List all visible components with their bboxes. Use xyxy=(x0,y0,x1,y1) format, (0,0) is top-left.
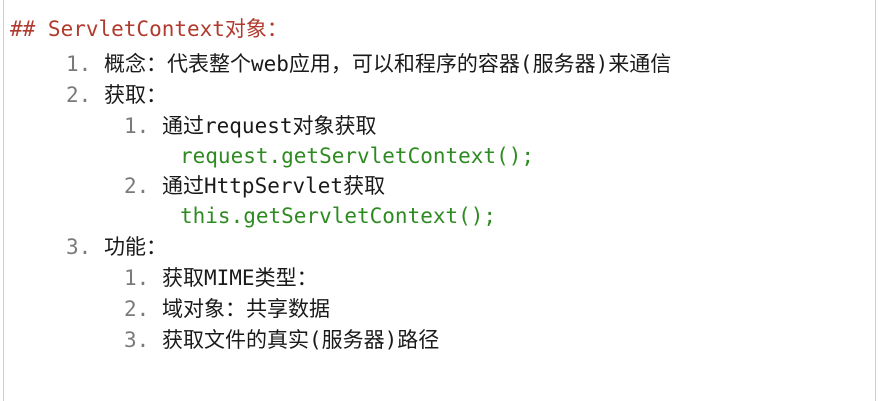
sublist-item-real-path: 3. 获取文件的真实(服务器)路径 xyxy=(124,326,439,354)
list-number: 2. xyxy=(124,297,150,321)
list-number: 3. xyxy=(124,328,150,352)
list-item-text: 概念：代表整个web应用，可以和程序的容器(服务器)来通信 xyxy=(104,52,672,76)
list-number: 3. xyxy=(66,235,92,259)
sublist-item-httpservlet: 2. 通过HttpServlet获取 xyxy=(124,172,385,200)
list-number: 1. xyxy=(124,114,150,138)
code-request-get-servlet-context: request.getServletContext(); xyxy=(180,144,535,168)
list-item-obtain: 2. 获取： xyxy=(66,81,167,109)
list-item-text: 通过HttpServlet获取 xyxy=(162,174,386,198)
sublist-item-request: 1. 通过request对象获取 xyxy=(124,112,377,140)
list-item-function: 3. 功能： xyxy=(66,233,167,261)
list-number: 2. xyxy=(124,174,150,198)
list-item-text: 获取文件的真实(服务器)路径 xyxy=(162,328,440,352)
section-heading: ## ServletContext对象： xyxy=(10,17,288,41)
list-item-text: 域对象：共享数据 xyxy=(162,297,330,321)
list-item-text: 获取MIME类型： xyxy=(162,266,318,290)
list-number: 1. xyxy=(66,52,92,76)
code-this-get-servlet-context: this.getServletContext(); xyxy=(180,204,497,228)
list-item-text: 功能： xyxy=(104,235,167,259)
list-item-text: 通过request对象获取 xyxy=(162,114,377,138)
list-item-text: 获取： xyxy=(104,83,167,107)
sublist-item-mime: 1. 获取MIME类型： xyxy=(124,264,318,292)
list-item-concept: 1. 概念：代表整个web应用，可以和程序的容器(服务器)来通信 xyxy=(66,50,671,78)
list-number: 1. xyxy=(124,266,150,290)
list-number: 2. xyxy=(66,83,92,107)
sublist-item-domain-object: 2. 域对象：共享数据 xyxy=(124,295,330,323)
